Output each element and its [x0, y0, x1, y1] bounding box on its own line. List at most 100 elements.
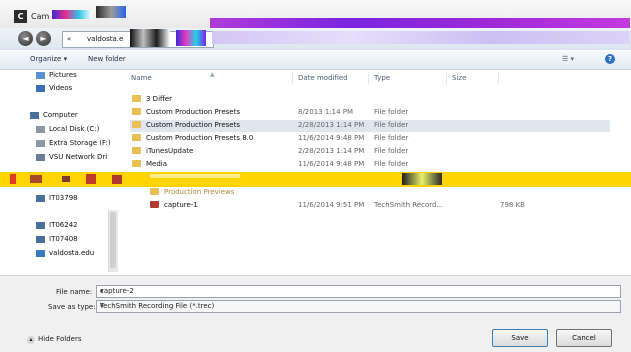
column-divider[interactable] — [368, 72, 369, 84]
column-header-name[interactable]: Name — [131, 74, 152, 82]
file-type: File folder — [374, 108, 409, 116]
hide-folders-button[interactable]: ▴ Hide Folders — [27, 335, 81, 344]
column-header-date[interactable]: Date modified — [298, 74, 348, 82]
file-size: 798 KB — [500, 201, 525, 209]
file-type: TechSmith Record... — [374, 201, 444, 209]
drive-icon — [36, 139, 45, 147]
file-type: File folder — [374, 147, 409, 155]
nav-item-label: Pictures — [49, 71, 77, 79]
folder-icon — [132, 147, 141, 154]
file-list-row[interactable]: 3 Differ — [130, 94, 610, 106]
new-folder-button[interactable]: New folder — [88, 55, 126, 63]
nav-item-local-disk-c[interactable]: Local Disk (C:) — [36, 125, 99, 133]
nav-item-label: Extra Storage (F:) — [49, 139, 111, 147]
nav-item-videos[interactable]: Videos — [36, 84, 72, 92]
file-name: iTunesUpdate — [146, 147, 194, 155]
file-name: 3 Differ — [146, 95, 173, 103]
nav-item-label: VSU Network Dri — [49, 153, 108, 161]
column-divider[interactable] — [498, 72, 499, 84]
file-list-row[interactable]: iTunesUpdate 2/28/2013 1:14 PM File folder — [130, 146, 610, 158]
folder-icon — [132, 95, 141, 102]
file-type: File folder — [374, 134, 409, 142]
file-list-row[interactable]: Custom Production Presets 8.0 11/6/2014 9… — [130, 133, 610, 145]
chevron-up-icon: ▴ — [27, 336, 35, 344]
nav-item-it06242[interactable]: IT06242 — [36, 221, 78, 229]
nav-item-label: IT06242 — [49, 221, 78, 229]
glitch-noise — [150, 174, 240, 178]
address-path: valdosta.e — [87, 35, 124, 43]
toolbar: Organize ▾ New folder ☰ ▾ ? — [0, 51, 631, 70]
glitch-noise — [62, 176, 70, 182]
forward-button[interactable]: ► — [36, 31, 51, 46]
computer-icon — [36, 235, 45, 243]
videos-icon — [36, 84, 45, 92]
file-date: 2/28/2013 1:14 PM — [298, 121, 365, 129]
computer-icon — [36, 194, 45, 202]
nav-item-vsu-network-dri[interactable]: VSU Network Dri — [36, 153, 107, 161]
file-date: 8/2013 1:14 PM — [298, 108, 354, 116]
nav-item-computer[interactable]: Computer — [30, 111, 78, 119]
file-name: Custom Production Presets — [146, 108, 240, 116]
file-list-row[interactable]: Custom Production Presets 2/28/2013 1:14 … — [130, 120, 610, 132]
glitch-noise — [86, 174, 96, 184]
file-name: Production Previews — [164, 188, 235, 196]
computer-icon — [30, 111, 39, 119]
glitch-noise — [210, 18, 630, 28]
nav-scrollbar-thumb[interactable] — [110, 212, 116, 268]
save-as-type-select[interactable]: TechSmith Recording File (*.trec) ▾ — [96, 300, 621, 313]
file-list-row[interactable]: Production Previews — [130, 187, 610, 199]
column-header-size[interactable]: Size — [452, 74, 466, 82]
glitch-band — [0, 172, 631, 187]
nav-item-it03798[interactable]: IT03798 — [36, 194, 78, 202]
back-button[interactable]: ◄ — [18, 31, 33, 46]
column-divider[interactable] — [292, 72, 293, 84]
chevron-down-icon[interactable]: ▾ — [100, 302, 617, 310]
nav-item-it07408[interactable]: IT07408 — [36, 235, 78, 243]
network-drive-icon — [36, 153, 45, 161]
glitch-noise — [10, 174, 16, 184]
folder-icon — [132, 134, 141, 141]
nav-item-extra-storage-f[interactable]: Extra Storage (F:) — [36, 139, 111, 147]
trec-file-icon — [150, 201, 159, 208]
hide-folders-label: Hide Folders — [38, 335, 82, 343]
column-header-type[interactable]: Type — [374, 74, 390, 82]
back-arrow-icon: ◄ — [22, 34, 29, 43]
drive-icon — [36, 125, 45, 133]
file-list-row[interactable]: capture-1 11/6/2014 9:51 PM TechSmith Reco… — [130, 200, 610, 212]
file-type: File folder — [374, 160, 409, 168]
help-button[interactable]: ? — [605, 54, 615, 64]
sort-arrow-icon: ▲ — [210, 71, 215, 78]
nav-item-label: valdosta.edu — [49, 249, 95, 257]
glitch-noise — [112, 175, 122, 184]
address-row: ◄ ► « valdosta.e — [0, 28, 631, 50]
save-as-type-label: Save as type: — [48, 303, 96, 311]
organize-menu-button[interactable]: Organize ▾ — [30, 55, 67, 63]
file-list-row[interactable]: Custom Production Presets 8/2013 1:14 PM F… — [130, 107, 610, 119]
camtasia-app-icon: C — [14, 10, 27, 23]
forward-arrow-icon: ► — [40, 34, 47, 43]
save-button[interactable]: Save — [492, 329, 548, 347]
nav-item-pictures[interactable]: Pictures — [36, 71, 77, 79]
file-name: Custom Production Presets — [146, 121, 240, 129]
breadcrumb-chevron-icon: « — [67, 35, 72, 43]
nav-scrollbar[interactable] — [108, 210, 118, 272]
file-name: capture-1 — [164, 201, 198, 209]
file-date: 2/28/2013 1:14 PM — [298, 147, 365, 155]
cancel-button[interactable]: Cancel — [556, 329, 612, 347]
nav-item-label: IT03798 — [49, 194, 78, 202]
file-date: 11/6/2014 9:48 PM — [298, 160, 365, 168]
file-list-row[interactable]: Media 11/6/2014 9:48 PM File folder — [130, 159, 610, 171]
folder-icon — [132, 121, 141, 128]
column-divider[interactable] — [446, 72, 447, 84]
save-options-area: File name: capture-2 ▾ Save as type: Tec… — [0, 275, 631, 352]
folder-icon — [150, 188, 159, 195]
file-name-input[interactable]: capture-2 ▾ — [96, 285, 621, 298]
title-bar: C Cam — [0, 0, 631, 28]
nav-item-valdosta-edu[interactable]: valdosta.edu — [36, 249, 94, 257]
pictures-icon — [36, 71, 45, 79]
file-type: File folder — [374, 121, 409, 129]
glitch-noise — [130, 29, 170, 47]
views-menu-button[interactable]: ☰ ▾ — [562, 55, 574, 63]
nav-item-label: Local Disk (C:) — [49, 125, 100, 133]
chevron-down-icon[interactable]: ▾ — [100, 287, 617, 295]
